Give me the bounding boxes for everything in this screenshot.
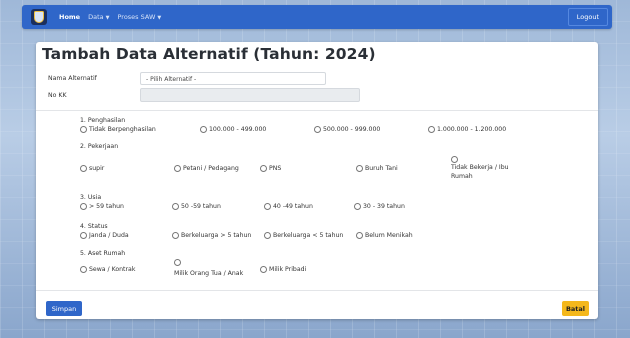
radio-circle-icon xyxy=(356,232,363,239)
no-kk-label: No KK xyxy=(48,92,67,99)
page-title: Tambah Data Alternatif (Tahun: 2024) xyxy=(42,45,376,63)
option-label: Berkeluarga < 5 tahun xyxy=(273,232,344,239)
app-logo[interactable] xyxy=(31,9,47,25)
radio-circle-icon xyxy=(80,203,87,210)
radio-circle-icon xyxy=(80,266,87,273)
radio-aset-option[interactable]: Milik Pribadi xyxy=(260,266,306,273)
form-card: Tambah Data Alternatif (Tahun: 2024) Nam… xyxy=(36,42,598,319)
radio-circle-icon xyxy=(314,126,321,133)
option-label: Milik Pribadi xyxy=(269,266,307,273)
nav-proses-saw-label: Proses SAW xyxy=(117,13,156,21)
radio-circle-icon xyxy=(80,232,87,239)
nav-home[interactable]: Home xyxy=(59,13,80,21)
question-penghasilan-label: 1. Penghasilan xyxy=(80,117,126,124)
radio-pekerjaan-option[interactable]: Petani / Pedagang xyxy=(174,165,239,172)
radio-circle-icon xyxy=(260,165,267,172)
radio-circle-icon xyxy=(264,232,271,239)
logout-button[interactable]: Logout xyxy=(567,8,608,26)
nav-data-label: Data xyxy=(88,13,104,21)
radio-status-option[interactable]: Belum Menikah xyxy=(356,232,413,239)
radio-penghasilan-option[interactable]: 100.000 - 499.000 xyxy=(200,126,266,133)
chevron-down-icon: ▼ xyxy=(105,15,110,21)
top-navbar: Home Data ▼ Proses SAW ▼ Logout xyxy=(22,5,612,29)
option-label: 50 -59 tahun xyxy=(181,203,221,210)
option-label: Sewa / Kontrak xyxy=(89,266,136,273)
option-label: 100.000 - 499.000 xyxy=(209,126,267,133)
option-label: Buruh Tani xyxy=(365,165,398,172)
radio-circle-icon xyxy=(80,165,87,172)
radio-usia-option[interactable]: 30 - 39 tahun xyxy=(354,203,405,210)
radio-pekerjaan-option[interactable]: Buruh Tani xyxy=(356,165,398,172)
radio-circle-icon xyxy=(260,266,267,273)
nama-alternatif-select[interactable]: - Pilih Alternatif - xyxy=(140,72,326,85)
option-label-line-1: Tidak Bekerja / Ibu xyxy=(451,164,509,171)
radio-circle-icon xyxy=(200,126,207,133)
radio-circle-icon xyxy=(172,232,179,239)
save-button[interactable]: Simpan xyxy=(46,301,82,316)
radio-status-option[interactable]: Berkeluarga < 5 tahun xyxy=(264,232,343,239)
no-kk-field xyxy=(140,88,360,102)
option-label: Belum Menikah xyxy=(365,232,413,239)
option-label: Berkeluarga > 5 tahun xyxy=(181,232,252,239)
radio-usia-option[interactable]: > 59 tahun xyxy=(80,203,124,210)
radio-penghasilan-option[interactable]: Tidak Berpenghasilan xyxy=(80,126,156,133)
radio-penghasilan-option[interactable]: 1.000.000 - 1.200.000 xyxy=(428,126,506,133)
chevron-down-icon: ▼ xyxy=(157,15,162,21)
option-label: 30 - 39 tahun xyxy=(363,203,405,210)
cancel-button[interactable]: Batal xyxy=(562,301,589,316)
radio-usia-option[interactable]: 50 -59 tahun xyxy=(172,203,221,210)
question-aset-rumah-label: 5. Aset Rumah xyxy=(80,250,126,257)
option-label-line-2: Rumah xyxy=(451,173,473,180)
radio-aset-milik-orang-tua[interactable] xyxy=(174,259,181,266)
radio-circle-icon xyxy=(354,203,361,210)
radio-status-option[interactable]: Berkeluarga > 5 tahun xyxy=(172,232,251,239)
radio-circle-icon xyxy=(174,165,181,172)
radio-circle-icon xyxy=(356,165,363,172)
option-label: PNS xyxy=(269,165,282,172)
question-usia-label: 3. Usia xyxy=(80,194,102,201)
option-label: Tidak Berpenghasilan xyxy=(89,126,156,133)
shield-icon xyxy=(34,11,44,23)
option-label: Janda / Duda xyxy=(89,232,129,239)
radio-pekerjaan-option[interactable]: supir xyxy=(80,165,104,172)
nav-data-dropdown[interactable]: Data ▼ xyxy=(88,13,109,21)
option-label: supir xyxy=(89,165,105,172)
option-label: 1.000.000 - 1.200.000 xyxy=(437,126,507,133)
radio-circle-icon xyxy=(428,126,435,133)
radio-pekerjaan-tidak-bekerja[interactable] xyxy=(451,156,458,163)
radio-circle-icon xyxy=(264,203,271,210)
radio-circle-icon xyxy=(80,126,87,133)
footer-divider xyxy=(36,290,598,291)
option-label: 40 -49 tahun xyxy=(273,203,313,210)
radio-penghasilan-option[interactable]: 500.000 - 999.000 xyxy=(314,126,380,133)
option-label-tidak-bekerja: Tidak Bekerja / Ibu Rumah xyxy=(451,163,509,181)
option-label: > 59 tahun xyxy=(89,203,124,210)
radio-pekerjaan-option[interactable]: PNS xyxy=(260,165,281,172)
option-label: Petani / Pedagang xyxy=(183,165,239,172)
question-pekerjaan-label: 2. Pekerjaan xyxy=(80,143,119,150)
nav-proses-saw-dropdown[interactable]: Proses SAW ▼ xyxy=(117,13,161,21)
radio-status-option[interactable]: Janda / Duda xyxy=(80,232,129,239)
question-status-label: 4. Status xyxy=(80,223,108,230)
option-label-milik-orang-tua: Milik Orang Tua / Anak xyxy=(174,270,244,277)
nama-alternatif-label: Nama Alternatif xyxy=(48,75,97,82)
option-label: 500.000 - 999.000 xyxy=(323,126,381,133)
radio-aset-option[interactable]: Sewa / Kontrak xyxy=(80,266,135,273)
radio-circle-icon xyxy=(172,203,179,210)
radio-usia-option[interactable]: 40 -49 tahun xyxy=(264,203,313,210)
divider xyxy=(36,110,598,111)
